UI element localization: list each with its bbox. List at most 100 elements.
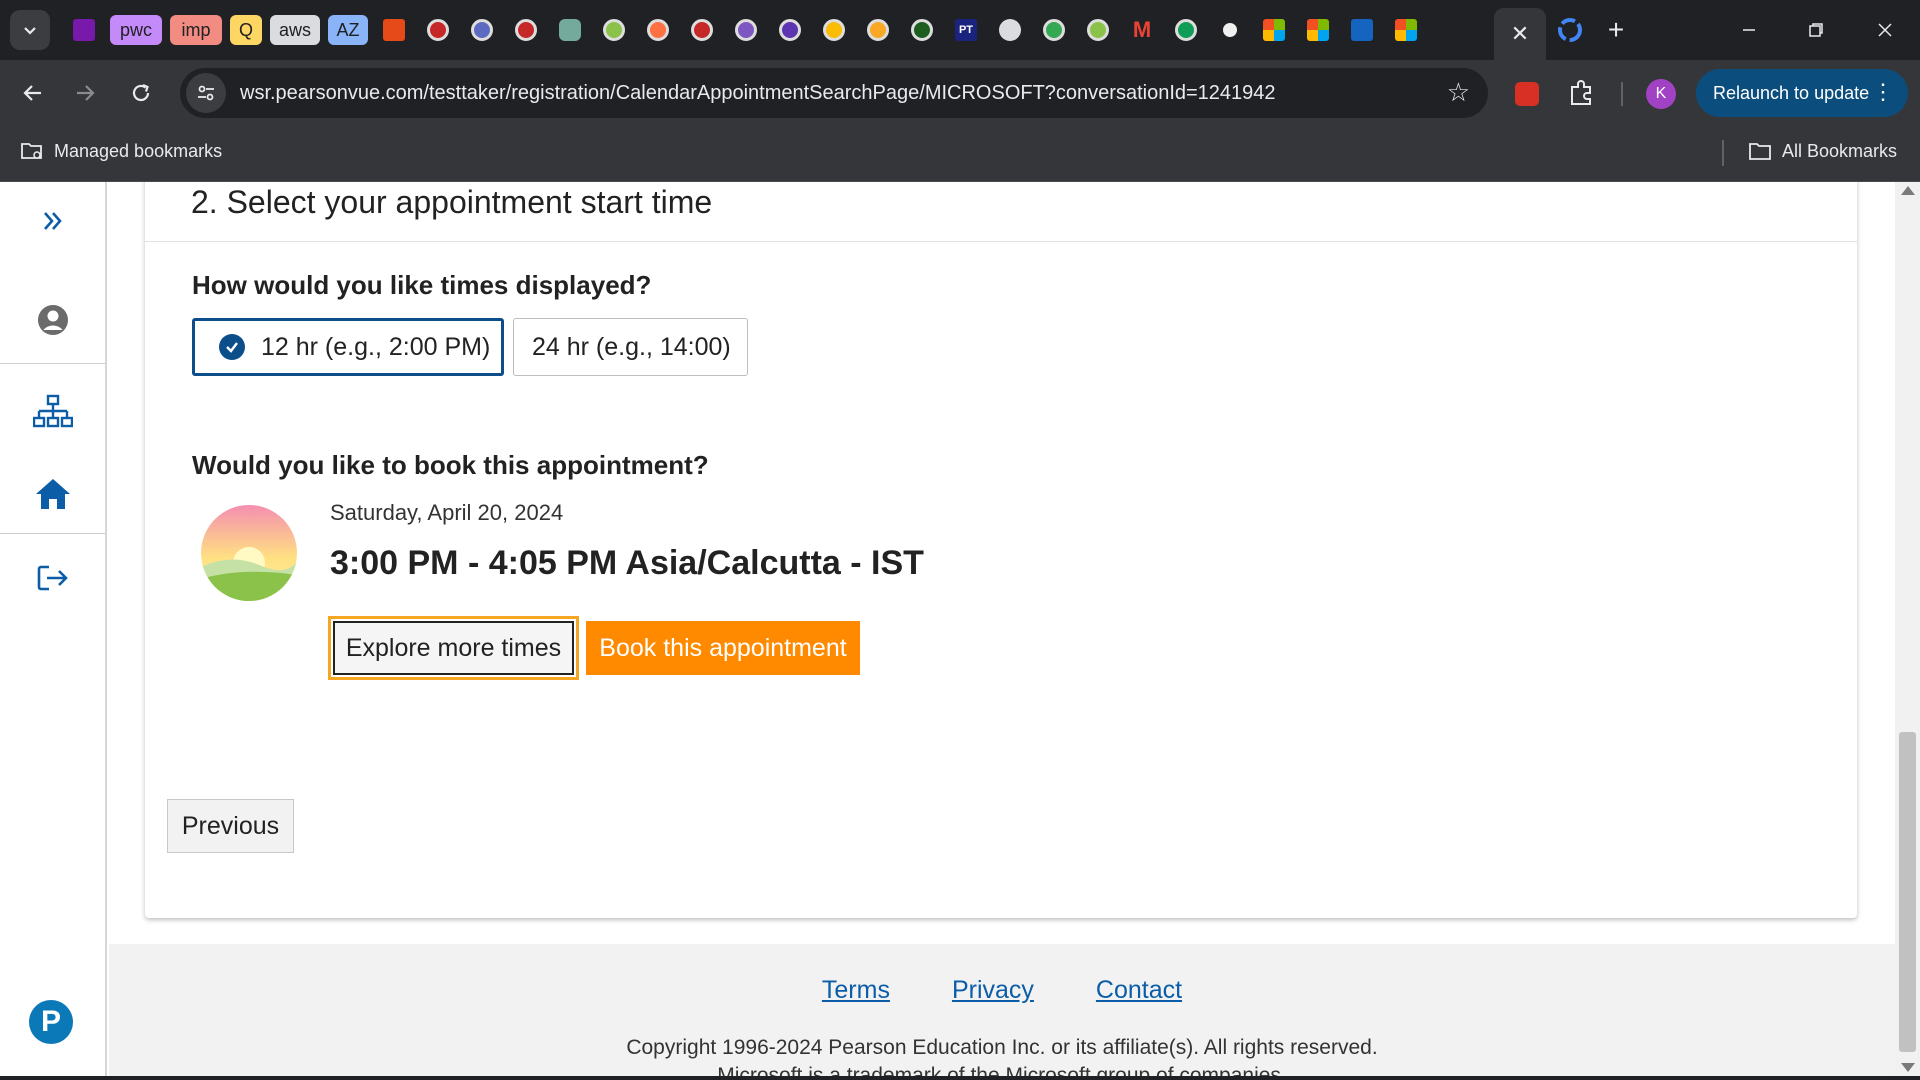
address-bar[interactable]: wsr.pearsonvue.com/testtaker/registratio… [180,68,1488,118]
managed-bookmarks-folder[interactable]: Managed bookmarks [20,140,222,162]
book-appointment-button[interactable]: Book this appointment [586,621,860,675]
tab-gmail[interactable]: M [1124,12,1160,48]
github-icon [1219,19,1241,41]
bookmark-star-icon[interactable]: ☆ [1447,77,1470,108]
tab-site[interactable] [1080,12,1116,48]
tab-group-pwc[interactable]: pwc [110,15,162,45]
tab-microsoft[interactable] [1300,12,1336,48]
tab-drive[interactable] [1036,12,1072,48]
forward-button[interactable] [64,72,106,114]
tab-office[interactable] [376,12,412,48]
explore-more-times-button[interactable]: Explore more times [328,616,579,680]
sunrise-icon [201,505,297,601]
tab-pt[interactable]: PT [948,12,984,48]
tab-site[interactable] [464,12,500,48]
site-icon [1087,19,1109,41]
all-bookmarks-folder[interactable]: All Bookmarks [1748,140,1897,162]
appointment-date: Saturday, April 20, 2024 [330,500,564,525]
tab-onenote[interactable] [66,12,102,48]
close-icon[interactable]: ✕ [1511,21,1529,47]
tab-microsoft[interactable] [1256,12,1292,48]
sign-out-button[interactable] [0,548,105,608]
tab-site[interactable] [860,12,896,48]
puzzle-icon [1571,80,1591,105]
tab-group-q[interactable]: Q [230,15,262,45]
pearson-logo[interactable]: P [29,1000,73,1044]
google-icon [1558,18,1582,42]
tab-site[interactable] [992,12,1028,48]
drive-icon [823,19,845,41]
sidebar-divider [0,363,105,364]
expand-icon [43,212,62,230]
tab-chatgpt[interactable] [552,12,588,48]
scroll-up-arrow-icon[interactable] [1901,186,1915,195]
tab-site[interactable] [728,12,764,48]
previous-button[interactable]: Previous [167,799,294,853]
tab-site[interactable] [640,12,676,48]
microsoft-icon [1395,19,1417,41]
site-icon [471,19,493,41]
new-tab-button[interactable]: + [1598,12,1634,48]
microsoft-icon [1307,19,1329,41]
tab-mdp[interactable] [1344,12,1380,48]
profile-avatar[interactable]: K [1646,79,1676,109]
site-icon [1175,19,1197,41]
more-vert-icon[interactable]: ⋮ [1872,79,1894,105]
url-text[interactable]: wsr.pearsonvue.com/testtaker/registratio… [240,82,1276,105]
copyright-text: Copyright 1996-2024 Pearson Education In… [626,1036,1378,1059]
mdp-icon [1351,19,1373,41]
tab-active-close[interactable]: ✕ [1494,8,1546,60]
tab-google[interactable] [1552,12,1588,48]
tab-microsoft[interactable] [1388,12,1424,48]
tab-group-imp[interactable]: imp [170,15,222,45]
managed-folder-icon [21,143,42,159]
reload-button[interactable] [120,72,162,114]
extension-icon[interactable] [1515,82,1539,106]
scroll-thumb[interactable] [1899,732,1916,1052]
expand-sidebar-button[interactable] [0,196,105,246]
close-window-button[interactable] [1862,10,1908,50]
reload-icon [132,83,150,102]
footer: Terms Privacy Contact Copyright 1996-202… [109,944,1895,1080]
sitemap-icon [32,394,73,428]
tab-group-aws[interactable]: aws [270,15,320,45]
tab-search-button[interactable] [10,10,50,50]
explore-more-times-label: Explore more times [333,621,574,675]
arrow-right-icon [77,85,95,101]
site-info-button[interactable] [186,73,226,113]
tab-site[interactable] [596,12,632,48]
home-button[interactable] [0,464,105,524]
relaunch-to-update-button[interactable]: Relaunch to update ⋮ [1696,69,1908,117]
restore-button[interactable] [1793,10,1839,50]
tab-site[interactable] [508,12,544,48]
profile-button[interactable] [0,290,105,350]
pt-icon: PT [955,19,977,41]
sitemap-button[interactable] [0,382,105,442]
extensions-button[interactable] [1566,78,1598,110]
book-question: Would you like to book this appointment? [192,450,709,480]
bookmarks-divider [1722,140,1724,166]
tab-site[interactable] [1168,12,1204,48]
tab-site[interactable] [684,12,720,48]
scroll-down-arrow-icon[interactable] [1901,1063,1915,1072]
tab-group-az[interactable]: AZ [328,15,368,45]
contact-link[interactable]: Contact [1096,976,1182,1005]
footer-links: Terms Privacy Contact [109,976,1895,1005]
privacy-link[interactable]: Privacy [952,976,1034,1005]
tab-site[interactable] [904,12,940,48]
minimize-icon [1743,29,1755,31]
tab-site[interactable] [420,12,456,48]
back-button[interactable] [12,72,54,114]
tab-site[interactable] [772,12,808,48]
tab-drive[interactable] [816,12,852,48]
minimize-button[interactable] [1726,10,1772,50]
main-content: 2. Select your appointment start time Ho… [109,182,1895,1080]
terms-link[interactable]: Terms [822,976,890,1005]
format-24hr-button[interactable]: 24 hr (e.g., 14:00) [513,318,748,376]
page-scrollbar[interactable] [1895,182,1920,1080]
tab-github[interactable] [1212,12,1248,48]
appointment-time: 3:00 PM - 4:05 PM Asia/Calcutta - IST [330,544,924,582]
format-12hr-button[interactable]: 12 hr (e.g., 2:00 PM) [192,318,504,376]
toolbar-divider [1621,82,1623,106]
bookmarks-bar: Managed bookmarks All Bookmarks [0,126,1920,182]
